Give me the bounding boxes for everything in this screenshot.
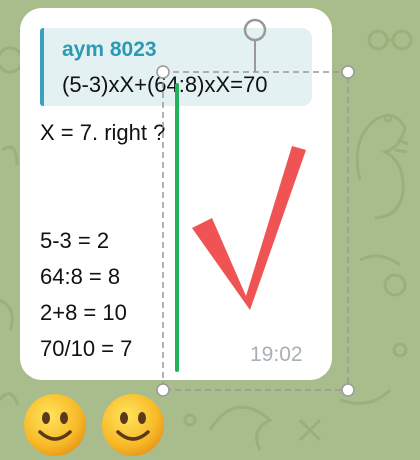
message-calc-line-2: 64:8 = 8 <box>40 264 121 289</box>
message-calc-line-3: 2+8 = 10 <box>40 300 127 325</box>
message-timestamp: 19:02 <box>250 343 303 366</box>
smiling-face-emoji[interactable] <box>100 392 166 458</box>
message-calc-line-4: 70/10 = 7 <box>40 336 133 361</box>
message-calc-line-1: 5-3 = 2 <box>40 228 110 253</box>
message-question: X = 7. right ? <box>40 120 166 145</box>
reply-accent-bar <box>40 28 44 106</box>
resize-handle-bottom-right[interactable] <box>341 383 355 397</box>
reply-author: aym 8023 <box>62 38 157 61</box>
resize-handle-top-left[interactable] <box>156 65 170 79</box>
smiling-face-emoji[interactable] <box>22 392 88 458</box>
resize-handle-top-right[interactable] <box>341 65 355 79</box>
